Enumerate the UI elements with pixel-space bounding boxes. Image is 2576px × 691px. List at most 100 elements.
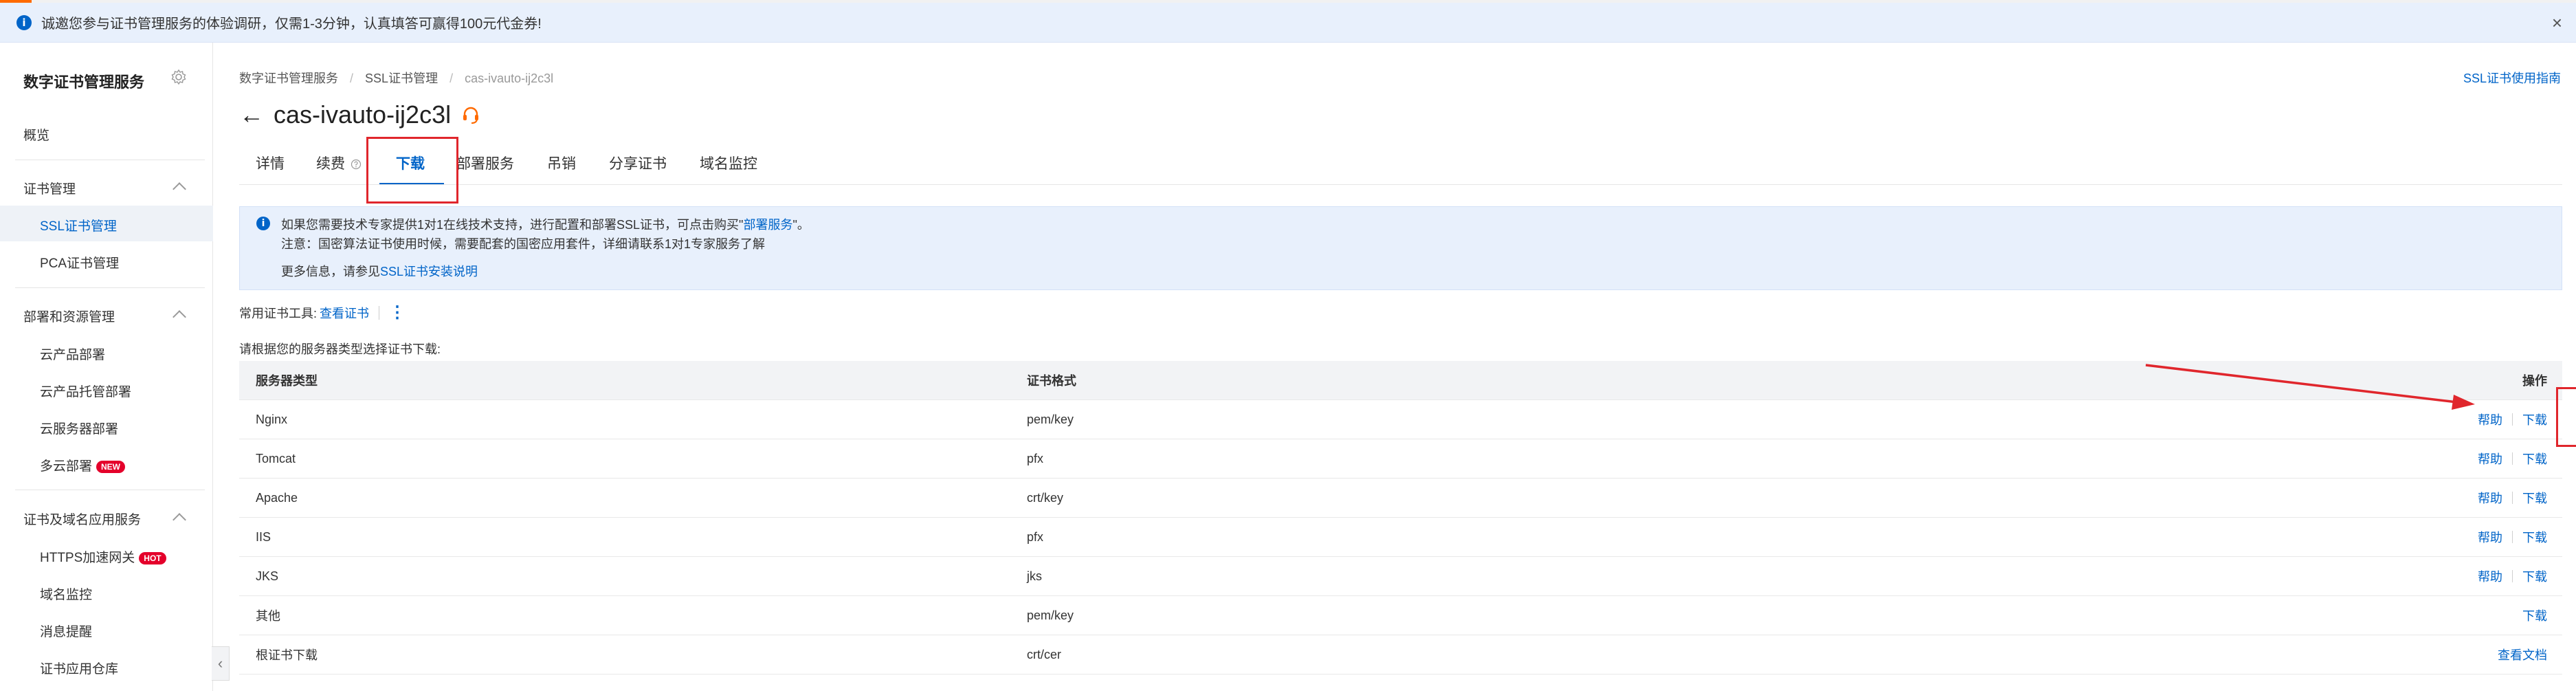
cell-cert-format: pem/key (1027, 608, 1074, 622)
cell-ops: 帮助 下载 (2478, 518, 2547, 556)
sidebar-group-deploy[interactable]: 部署和资源管理 (23, 307, 115, 325)
tab-renew[interactable]: 续费 (316, 153, 362, 173)
download-instruction: 请根据您的服务器类型选择证书下载: (239, 342, 441, 356)
download-link[interactable]: 下载 (2522, 606, 2547, 624)
table-row: 其他 pem/key 下载 (239, 596, 2562, 635)
sidebar-item-label: 多云部署 (40, 459, 93, 474)
annotation-box-download-action (2556, 387, 2576, 447)
chevron-up-icon[interactable] (173, 182, 186, 196)
help-link[interactable]: 帮助 (2478, 567, 2502, 585)
view-docs-link[interactable]: 查看文档 (2498, 646, 2547, 663)
cell-cert-format: pfx (1027, 529, 1044, 544)
page-title: cas-ivauto-ij2c3l (274, 100, 452, 129)
cell-server-type: 其他 (256, 609, 280, 623)
view-cert-link[interactable]: 查看证书 (320, 304, 369, 322)
cell-server-type: 根证书下载 (256, 648, 318, 662)
download-link[interactable]: 下载 (2522, 450, 2547, 468)
sidebar-item-cloud-product-managed[interactable]: 云产品托管部署 (40, 382, 131, 400)
table-row: Apache crt/key 帮助 下载 (239, 479, 2562, 518)
question-icon[interactable] (351, 159, 362, 170)
tabs-border (239, 184, 2562, 185)
sidebar-item-cloud-product-deploy[interactable]: 云产品部署 (40, 344, 105, 363)
ops-separator (2512, 570, 2513, 582)
ssl-install-guide-link[interactable]: SSL证书安装说明 (380, 265, 478, 278)
breadcrumb-item-ssl[interactable]: SSL证书管理 (365, 72, 438, 85)
table-row: Nginx pem/key 帮助 下载 (239, 400, 2562, 439)
ssl-usage-guide-link[interactable]: SSL证书使用指南 (2463, 69, 2561, 87)
cell-ops: 帮助 下载 (2478, 439, 2547, 478)
tab-revoke[interactable]: 吊销 (547, 153, 576, 173)
breadcrumb: 数字证书管理服务 / SSL证书管理 / cas-ivauto-ij2c3l (239, 69, 553, 87)
sidebar-item-cert-repo[interactable]: 证书应用仓库 (40, 659, 118, 677)
chevron-up-icon[interactable] (173, 310, 186, 324)
help-link[interactable]: 帮助 (2478, 528, 2502, 546)
back-arrow-icon[interactable]: ← (239, 102, 264, 127)
sidebar-group-apps[interactable]: 证书及域名应用服务 (23, 509, 141, 528)
cell-server-type: Nginx (256, 412, 288, 426)
gear-icon[interactable] (170, 69, 187, 90)
sidebar-collapse-button[interactable]: ‹ (212, 646, 230, 681)
sidebar-group-cert[interactable]: 证书管理 (23, 179, 76, 197)
more-icon[interactable]: ⋮ (389, 303, 406, 322)
breadcrumb-separator: / (449, 72, 454, 85)
notice-text: 如果您需要技术专家提供1对1在线技术支持，进行配置和部署SSL证书，可点击购买" (281, 218, 744, 232)
page-header: ← cas-ivauto-ij2c3l (239, 100, 481, 129)
tab-domain-monitor[interactable]: 域名监控 (700, 153, 757, 173)
info-icon: i (16, 14, 32, 30)
info-icon: i (256, 217, 270, 230)
cell-ops: 查看文档 (2498, 635, 2547, 674)
sidebar-item-multi-cloud[interactable]: 多云部署 NEW (40, 456, 126, 474)
breadcrumb-item-service[interactable]: 数字证书管理服务 (239, 72, 338, 85)
tab-deploy[interactable]: 部署服务 (456, 153, 514, 173)
close-icon[interactable]: × (2552, 12, 2562, 34)
info-notice: i 如果您需要技术专家提供1对1在线技术支持，进行配置和部署SSL证书，可点击购… (239, 206, 2562, 290)
help-link[interactable]: 帮助 (2478, 410, 2502, 428)
sidebar-item-msg-remind[interactable]: 消息提醒 (40, 622, 92, 640)
annotation-box-download-tab (366, 137, 458, 204)
cell-ops: 帮助 下载 (2478, 400, 2547, 439)
tab-share[interactable]: 分享证书 (609, 153, 667, 173)
survey-banner: i 诚邀您参与证书管理服务的体验调研，仅需1-3分钟，认真填答可赢得100元代金… (0, 3, 2576, 43)
ops-separator (2512, 413, 2513, 426)
chevron-up-icon[interactable] (173, 513, 186, 527)
sidebar-item-label: HTTPS加速网关 (40, 551, 135, 565)
sidebar-item-cloud-server-deploy[interactable]: 云服务器部署 (40, 419, 118, 437)
notice-line-2: 注意：国密算法证书使用时候，需要配套的国密应用套件，详细请联系1对1专家服务了解 (281, 237, 766, 251)
sidebar-title: 数字证书管理服务 (23, 74, 145, 91)
breadcrumb-separator: / (350, 72, 354, 85)
sidebar: 数字证书管理服务 概览 证书管理 SSL证书管理 PCA证书管理 部署和资源管理… (0, 43, 213, 691)
gear-icon-svg (171, 69, 186, 85)
table-row: IIS pfx 帮助 下载 (239, 518, 2562, 557)
download-link[interactable]: 下载 (2522, 528, 2547, 546)
table-row: JKS jks 帮助 下载 (239, 557, 2562, 596)
tab-label: 续费 (316, 156, 345, 172)
cell-server-type: Tomcat (256, 451, 296, 465)
survey-banner-text[interactable]: 诚邀您参与证书管理服务的体验调研，仅需1-3分钟，认真填答可赢得100元代金券! (41, 12, 542, 32)
download-link[interactable]: 下载 (2522, 489, 2547, 507)
sidebar-item-pca-cert[interactable]: PCA证书管理 (40, 253, 119, 272)
tab-details[interactable]: 详情 (256, 153, 285, 173)
help-link[interactable]: 帮助 (2478, 450, 2502, 468)
cell-cert-format: jks (1027, 569, 1042, 583)
table-row: 根证书下载 crt/cer 查看文档 (239, 635, 2562, 674)
cell-ops: 帮助 下载 (2478, 479, 2547, 517)
download-link[interactable]: 下载 (2522, 567, 2547, 585)
sidebar-item-https-gateway[interactable]: HTTPS加速网关 HOT (40, 547, 166, 566)
table-row: Tomcat pfx 帮助 下载 (239, 439, 2562, 479)
download-link[interactable]: 下载 (2522, 410, 2547, 428)
ops-separator (2512, 452, 2513, 465)
sidebar-item-ssl-cert[interactable]: SSL证书管理 (40, 216, 117, 234)
cell-ops: 下载 (2522, 596, 2547, 635)
headset-support-icon[interactable] (460, 105, 481, 125)
sidebar-item-domain-monitor[interactable]: 域名监控 (40, 584, 92, 603)
cell-cert-format: pfx (1027, 451, 1044, 465)
notice-text: 更多信息，请参见 (281, 265, 380, 278)
ops-separator (2512, 531, 2513, 543)
notice-line-1: 如果您需要技术专家提供1对1在线技术支持，进行配置和部署SSL证书，可点击购买"… (281, 215, 810, 233)
sidebar-item-overview[interactable]: 概览 (23, 125, 49, 144)
cell-cert-format: crt/cer (1027, 647, 1062, 661)
help-link[interactable]: 帮助 (2478, 489, 2502, 507)
deploy-service-link[interactable]: 部署服务 (743, 218, 792, 232)
cell-server-type: Apache (256, 490, 298, 505)
cell-cert-format: pem/key (1027, 412, 1074, 426)
